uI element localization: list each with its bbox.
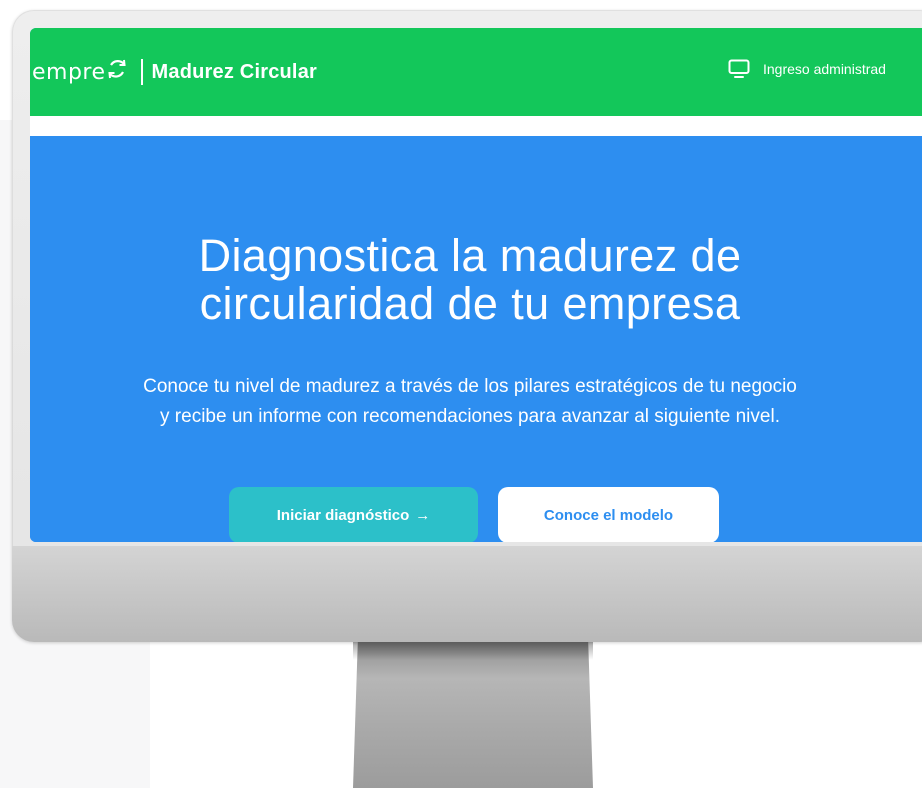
monitor-stand-shadow (353, 642, 593, 660)
logo: empre (32, 57, 127, 87)
brand[interactable]: empre Madurez Circular (32, 57, 317, 87)
hero-section: Diagnostica la madurez de circularidad d… (30, 136, 922, 542)
brand-divider (140, 59, 143, 85)
learn-model-label: Conoce el modelo (543, 506, 674, 524)
hero-title-line-1: Diagnostica la madurez de (198, 230, 742, 281)
admin-login-link[interactable]: Ingreso administrad (728, 59, 886, 79)
logo-text: empre (32, 59, 106, 85)
admin-login-label: Ingreso administrad (763, 61, 886, 77)
hero-subtitle-line-2: y recibe un informe con recomendaciones … (160, 406, 780, 427)
start-diagnosis-label: Iniciar diagnóstico (276, 506, 410, 524)
start-diagnosis-button[interactable]: Iniciar diagnóstico → (229, 487, 478, 542)
brand-title: Madurez Circular (151, 60, 317, 83)
navbar: empre Madurez Circular Ingreso administr… (30, 28, 922, 116)
hero-title-line-2: circularidad de tu empresa (199, 278, 741, 329)
monitor-screen: empre Madurez Circular Ingreso administr… (30, 28, 922, 542)
arrow-right-icon: → (415, 506, 431, 524)
hero-subtitle-line-1: Conoce tu nivel de madurez a través de l… (143, 376, 797, 397)
circular-arrows-icon (107, 57, 127, 87)
monitor-stand (353, 642, 593, 788)
monitor-chin (12, 546, 922, 642)
learn-model-button[interactable]: Conoce el modelo (498, 487, 719, 542)
nav-spacer (30, 116, 922, 136)
hero-subtitle: Conoce tu nivel de madurez a través de l… (30, 372, 910, 432)
hero-title: Diagnostica la madurez de circularidad d… (30, 232, 910, 328)
monitor-icon (728, 59, 750, 78)
